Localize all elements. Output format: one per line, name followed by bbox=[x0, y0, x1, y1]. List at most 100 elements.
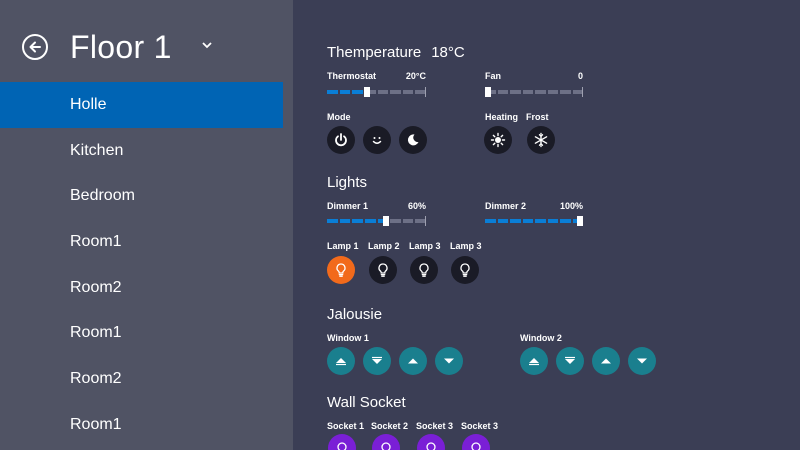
window1-down-button[interactable] bbox=[363, 347, 391, 375]
arrow-left-icon bbox=[29, 41, 41, 53]
window2-tilt-up-button[interactable] bbox=[592, 347, 620, 375]
back-button[interactable] bbox=[22, 34, 48, 60]
slider-thumb[interactable] bbox=[363, 87, 370, 97]
sidebar-item-label: Room2 bbox=[70, 369, 122, 387]
sidebar-item-room2[interactable]: Room2 bbox=[0, 356, 283, 402]
thermostat-slider[interactable] bbox=[327, 87, 426, 97]
page-title: Floor 1 bbox=[70, 29, 172, 65]
slider-segment bbox=[560, 219, 571, 223]
comfort-mode-button[interactable] bbox=[363, 126, 391, 154]
power-icon bbox=[335, 133, 347, 147]
socket-label: Socket 3 bbox=[461, 421, 499, 431]
arrow-down-icon bbox=[565, 356, 575, 364]
arrow-down-icon bbox=[372, 356, 382, 364]
socket-label: Socket 2 bbox=[371, 421, 409, 431]
lamp3-button[interactable] bbox=[410, 256, 438, 284]
slider-endcap bbox=[425, 87, 426, 97]
slider-segment bbox=[339, 219, 351, 223]
lightbulb-icon bbox=[460, 263, 470, 277]
slider-segment bbox=[402, 90, 414, 94]
slider-endcap bbox=[425, 216, 426, 226]
socket-label: Socket 1 bbox=[327, 421, 365, 431]
window1-tilt-down-button[interactable] bbox=[435, 347, 463, 375]
slider-segment bbox=[390, 90, 401, 94]
slider-segment bbox=[485, 219, 496, 223]
fan-slider[interactable] bbox=[485, 87, 583, 97]
sidebar-item-room1[interactable]: Room1 bbox=[0, 402, 283, 448]
slider-segment bbox=[364, 219, 376, 223]
triangle-up-icon bbox=[408, 358, 418, 364]
fan-value: 0 bbox=[577, 71, 583, 81]
lamp1-button[interactable] bbox=[327, 256, 355, 284]
slider-segment bbox=[510, 90, 521, 94]
slider-segment bbox=[510, 219, 521, 223]
socket4-button[interactable] bbox=[462, 434, 490, 450]
window2-down-button[interactable] bbox=[556, 347, 584, 375]
slider-track bbox=[485, 219, 583, 223]
slider-segment bbox=[390, 219, 401, 223]
sidebar-item-bedroom[interactable]: Bedroom bbox=[0, 173, 283, 219]
dimmer1-slider[interactable] bbox=[327, 216, 426, 226]
socket-label: Socket 3 bbox=[416, 421, 454, 431]
slider-thumb[interactable] bbox=[485, 87, 491, 97]
slider-track bbox=[327, 90, 426, 94]
sidebar-item-label: Room1 bbox=[70, 324, 122, 342]
triangle-down-icon bbox=[444, 358, 454, 364]
slider-endcap bbox=[582, 87, 583, 97]
slider-segment bbox=[547, 90, 558, 94]
sidebar-item-room1[interactable]: Room1 bbox=[0, 310, 283, 356]
snowflake-icon bbox=[534, 132, 548, 148]
slider-track bbox=[485, 90, 583, 94]
sidebar-item-label: Bedroom bbox=[70, 187, 135, 205]
slider-segment bbox=[352, 90, 363, 94]
lightbulb-icon bbox=[426, 442, 436, 450]
window2-up-button[interactable] bbox=[520, 347, 548, 375]
lamp-label: Lamp 2 bbox=[368, 241, 400, 251]
dimmer2-slider[interactable] bbox=[485, 216, 583, 226]
window1-up-button[interactable] bbox=[327, 347, 355, 375]
socket2-button[interactable] bbox=[372, 434, 400, 450]
slider-segment bbox=[402, 219, 414, 223]
window2-tilt-down-button[interactable] bbox=[628, 347, 656, 375]
sidebar-item-holle[interactable]: Holle bbox=[0, 82, 283, 128]
slider-thumb[interactable] bbox=[383, 216, 390, 226]
room-list: Holle Kitchen Bedroom Room1 Room2 Room1 … bbox=[0, 82, 293, 448]
frost-button[interactable] bbox=[527, 126, 555, 154]
slider-segment bbox=[560, 90, 571, 94]
lightbulb-icon bbox=[336, 263, 346, 277]
lamp-label: Lamp 3 bbox=[409, 241, 441, 251]
slider-thumb[interactable] bbox=[577, 216, 583, 226]
chevron-down-icon[interactable] bbox=[200, 38, 214, 52]
window2-label: Window 2 bbox=[520, 333, 562, 343]
temperature-value: 18°C bbox=[431, 44, 465, 61]
slider-segment bbox=[339, 90, 351, 94]
sidebar-item-kitchen[interactable]: Kitchen bbox=[0, 128, 283, 174]
dimmer2-value: 100% bbox=[559, 201, 583, 211]
frost-label: Frost bbox=[526, 112, 549, 122]
temperature-section-title: Themperature 18°C bbox=[327, 44, 465, 61]
sidebar-item-label: Room2 bbox=[70, 278, 122, 296]
slider-segment bbox=[352, 219, 363, 223]
socket1-button[interactable] bbox=[328, 434, 356, 450]
socket3-button[interactable] bbox=[417, 434, 445, 450]
lamp-label: Lamp 1 bbox=[327, 241, 359, 251]
slider-segment bbox=[377, 90, 389, 94]
slider-segment bbox=[522, 219, 533, 223]
lamp2-button[interactable] bbox=[369, 256, 397, 284]
slider-segment bbox=[327, 90, 338, 94]
night-mode-button[interactable] bbox=[399, 126, 427, 154]
sun-icon bbox=[490, 132, 506, 148]
main-panel: Themperature 18°C Thermostat 20°C Fan 0 M… bbox=[293, 0, 800, 450]
wall-socket-section-title: Wall Socket bbox=[327, 394, 406, 411]
heating-button[interactable] bbox=[484, 126, 512, 154]
lamp4-button[interactable] bbox=[451, 256, 479, 284]
sidebar-item-room2[interactable]: Room2 bbox=[0, 265, 283, 311]
sidebar-header: Floor 1 bbox=[0, 0, 293, 80]
heating-label: Heating bbox=[485, 112, 519, 122]
lights-section-title: Lights bbox=[327, 174, 368, 191]
sidebar-item-room1[interactable]: Room1 bbox=[0, 219, 283, 265]
power-mode-button[interactable] bbox=[327, 126, 355, 154]
slider-segment bbox=[522, 90, 533, 94]
slider-segment bbox=[547, 219, 558, 223]
window1-tilt-up-button[interactable] bbox=[399, 347, 427, 375]
